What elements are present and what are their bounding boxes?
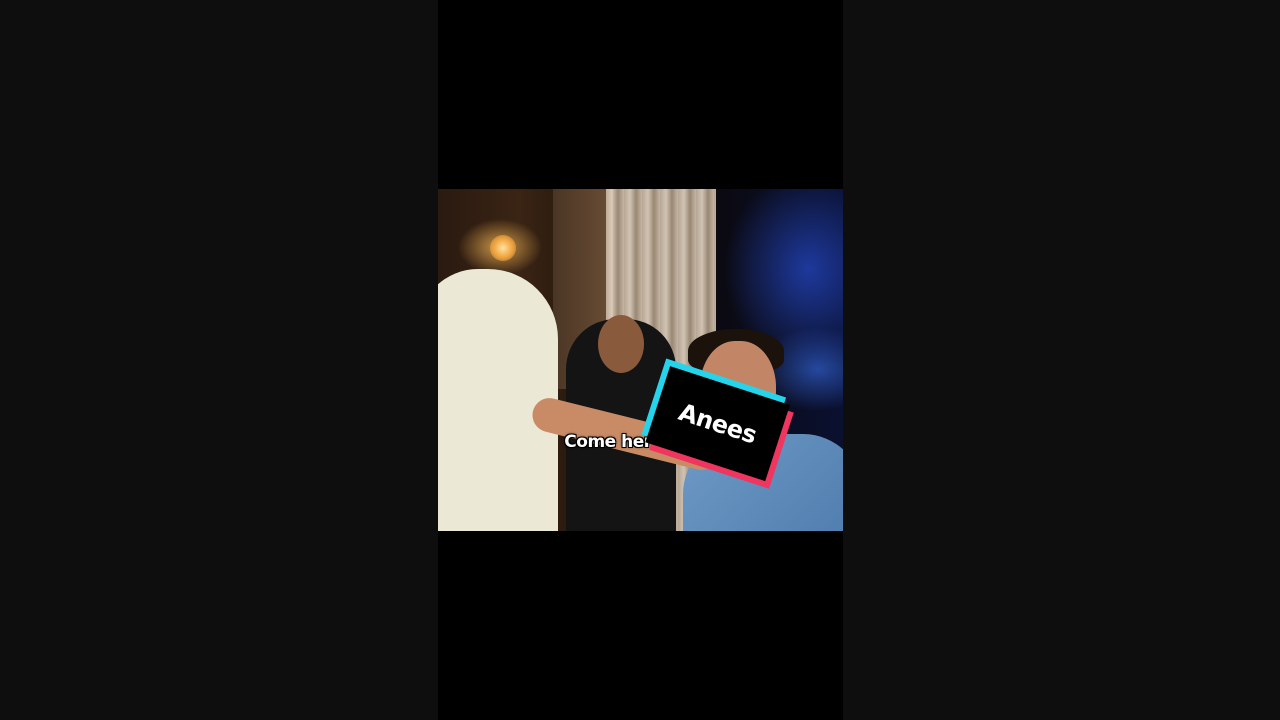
video-frame[interactable]: Anees Come here bro... [438, 189, 843, 531]
wall-lamp [490, 235, 516, 261]
sticker-label: Anees [675, 397, 761, 450]
video-player[interactable]: Anees Come here bro... [438, 0, 843, 720]
video-player-page: Anees Come here bro... [0, 0, 1280, 720]
background-person-head [598, 315, 644, 373]
